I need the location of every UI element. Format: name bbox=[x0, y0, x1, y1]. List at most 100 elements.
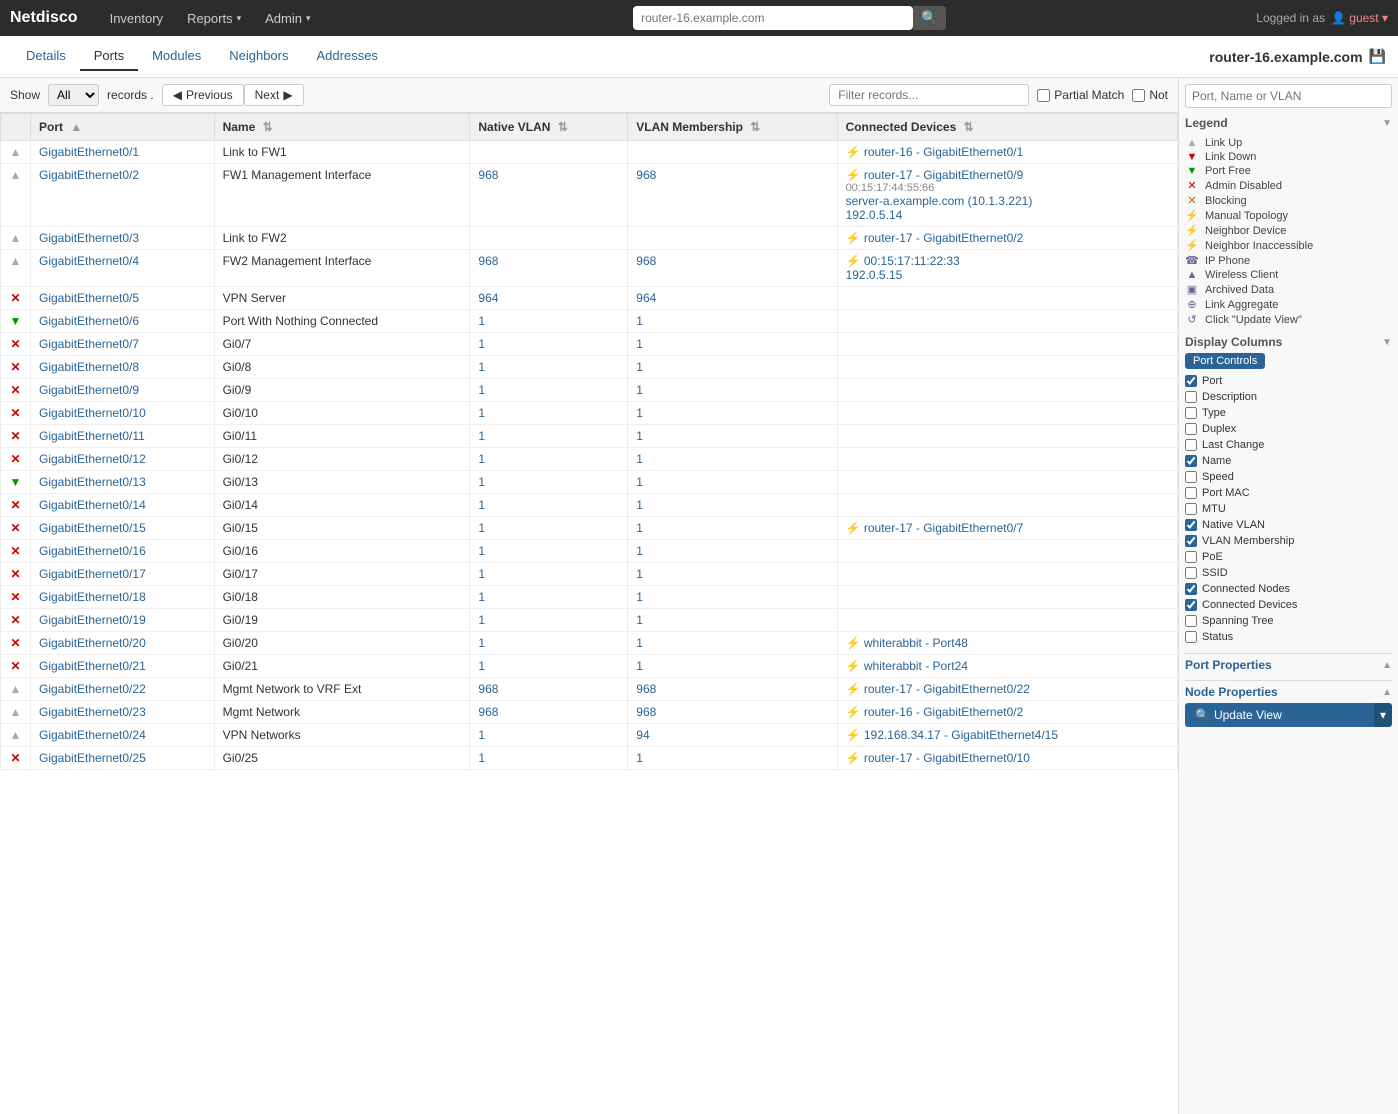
vlan-link[interactable]: 1 bbox=[478, 521, 485, 535]
tab-addresses[interactable]: Addresses bbox=[303, 42, 392, 71]
vlan-link[interactable]: 1 bbox=[636, 567, 643, 581]
column-checkbox-5[interactable] bbox=[1185, 455, 1197, 467]
next-button[interactable]: Next ▶ bbox=[244, 84, 304, 106]
connected-link[interactable]: whiterabbit - Port24 bbox=[864, 659, 968, 673]
vlan-link[interactable]: 1 bbox=[636, 544, 643, 558]
port-link[interactable]: GigabitEthernet0/13 bbox=[39, 475, 146, 489]
port-link[interactable]: GigabitEthernet0/5 bbox=[39, 291, 139, 305]
vlan-link[interactable]: 968 bbox=[636, 254, 656, 268]
port-link[interactable]: GigabitEthernet0/25 bbox=[39, 751, 146, 765]
vlan-link[interactable]: 968 bbox=[478, 682, 498, 696]
port-link[interactable]: GigabitEthernet0/11 bbox=[39, 429, 145, 443]
column-checkbox-14[interactable] bbox=[1185, 599, 1197, 611]
port-link[interactable]: GigabitEthernet0/14 bbox=[39, 498, 146, 512]
vlan-link[interactable]: 1 bbox=[478, 636, 485, 650]
vlan-link[interactable]: 1 bbox=[636, 636, 643, 650]
column-checkbox-8[interactable] bbox=[1185, 503, 1197, 515]
vlan-link[interactable]: 1 bbox=[478, 314, 485, 328]
vlan-link[interactable]: 1 bbox=[636, 383, 643, 397]
ip-link[interactable]: 192.0.5.15 bbox=[846, 268, 903, 282]
vlan-link[interactable]: 1 bbox=[636, 590, 643, 604]
port-link[interactable]: GigabitEthernet0/15 bbox=[39, 521, 146, 535]
update-view-button[interactable]: 🔍 Update View bbox=[1185, 703, 1374, 727]
port-controls-button[interactable]: Port Controls bbox=[1185, 353, 1265, 369]
port-properties-header[interactable]: Port Properties ▲ bbox=[1185, 653, 1392, 676]
vlan-link[interactable]: 968 bbox=[478, 168, 498, 182]
vlan-link[interactable]: 1 bbox=[478, 337, 485, 351]
vlan-link[interactable]: 1 bbox=[636, 498, 643, 512]
vlan-link[interactable]: 968 bbox=[636, 705, 656, 719]
column-checkbox-3[interactable] bbox=[1185, 423, 1197, 435]
vlan-link[interactable]: 968 bbox=[636, 682, 656, 696]
node-properties-header[interactable]: Node Properties ▲ bbox=[1185, 680, 1392, 703]
tab-modules[interactable]: Modules bbox=[138, 42, 215, 71]
port-link[interactable]: GigabitEthernet0/7 bbox=[39, 337, 139, 351]
port-link[interactable]: GigabitEthernet0/23 bbox=[39, 705, 146, 719]
vlan-link[interactable]: 1 bbox=[478, 498, 485, 512]
vlan-link[interactable]: 1 bbox=[478, 659, 485, 673]
th-port[interactable]: Port ▲ bbox=[31, 114, 215, 141]
column-checkbox-4[interactable] bbox=[1185, 439, 1197, 451]
vlan-link[interactable]: 1 bbox=[636, 429, 643, 443]
vlan-link[interactable]: 1 bbox=[478, 360, 485, 374]
connected-link[interactable]: router-17 - GigabitEthernet0/7 bbox=[864, 521, 1023, 535]
device-save-icon[interactable]: 💾 bbox=[1369, 48, 1386, 65]
vlan-link[interactable]: 968 bbox=[636, 168, 656, 182]
nav-reports[interactable]: Reports ▾ bbox=[175, 0, 253, 36]
vlan-link[interactable]: 1 bbox=[636, 659, 643, 673]
port-link[interactable]: GigabitEthernet0/10 bbox=[39, 406, 146, 420]
port-link[interactable]: GigabitEthernet0/17 bbox=[39, 567, 146, 581]
port-link[interactable]: GigabitEthernet0/18 bbox=[39, 590, 146, 604]
connected-link[interactable]: router-17 - GigabitEthernet0/9 bbox=[864, 168, 1023, 182]
vlan-link[interactable]: 968 bbox=[478, 705, 498, 719]
vlan-link[interactable]: 94 bbox=[636, 728, 649, 742]
vlan-link[interactable]: 1 bbox=[478, 406, 485, 420]
partial-match-checkbox[interactable] bbox=[1037, 89, 1050, 102]
vlan-link[interactable]: 1 bbox=[636, 337, 643, 351]
column-checkbox-6[interactable] bbox=[1185, 471, 1197, 483]
connected-link[interactable]: whiterabbit - Port48 bbox=[864, 636, 968, 650]
vlan-link[interactable]: 1 bbox=[636, 521, 643, 535]
th-native-vlan[interactable]: Native VLAN ⇅ bbox=[470, 114, 628, 141]
connected-link[interactable]: router-17 - GigabitEthernet0/2 bbox=[864, 231, 1023, 245]
vlan-link[interactable]: 1 bbox=[478, 475, 485, 489]
column-checkbox-15[interactable] bbox=[1185, 615, 1197, 627]
search-input[interactable] bbox=[633, 6, 913, 30]
vlan-link[interactable]: 1 bbox=[636, 613, 643, 627]
port-link[interactable]: GigabitEthernet0/20 bbox=[39, 636, 146, 650]
vlan-link[interactable]: 1 bbox=[478, 728, 485, 742]
vlan-link[interactable]: 1 bbox=[636, 475, 643, 489]
port-link[interactable]: GigabitEthernet0/16 bbox=[39, 544, 146, 558]
connected-link[interactable]: router-17 - GigabitEthernet0/22 bbox=[864, 682, 1030, 696]
th-vlan-membership[interactable]: VLAN Membership ⇅ bbox=[628, 114, 837, 141]
column-checkbox-10[interactable] bbox=[1185, 535, 1197, 547]
show-select[interactable]: All 10 25 50 100 bbox=[48, 84, 99, 106]
tab-ports[interactable]: Ports bbox=[80, 42, 138, 71]
vlan-link[interactable]: 1 bbox=[478, 383, 485, 397]
ip-link[interactable]: server-a.example.com (10.1.3.221) bbox=[846, 194, 1033, 208]
vlan-link[interactable]: 1 bbox=[478, 751, 485, 765]
update-view-dropdown-button[interactable]: ▾ bbox=[1374, 703, 1392, 727]
display-columns-collapse-icon[interactable]: ▼ bbox=[1382, 337, 1392, 348]
connected-link[interactable]: router-16 - GigabitEthernet0/1 bbox=[864, 145, 1023, 159]
legend-collapse-icon[interactable]: ▼ bbox=[1382, 118, 1392, 129]
vlan-link[interactable]: 968 bbox=[478, 254, 498, 268]
column-checkbox-7[interactable] bbox=[1185, 487, 1197, 499]
vlan-link[interactable]: 1 bbox=[478, 452, 485, 466]
connected-link[interactable]: router-16 - GigabitEthernet0/2 bbox=[864, 705, 1023, 719]
vlan-link[interactable]: 1 bbox=[478, 544, 485, 558]
nav-admin[interactable]: Admin ▾ bbox=[253, 0, 322, 36]
port-link[interactable]: GigabitEthernet0/21 bbox=[39, 659, 146, 673]
port-link[interactable]: GigabitEthernet0/1 bbox=[39, 145, 139, 159]
vlan-link[interactable]: 1 bbox=[636, 406, 643, 420]
tab-details[interactable]: Details bbox=[12, 42, 80, 71]
port-search-input[interactable] bbox=[1185, 84, 1392, 108]
th-name[interactable]: Name ⇅ bbox=[214, 114, 470, 141]
vlan-link[interactable]: 1 bbox=[636, 360, 643, 374]
vlan-link[interactable]: 1 bbox=[478, 429, 485, 443]
connected-link[interactable]: router-17 - GigabitEthernet0/10 bbox=[864, 751, 1030, 765]
column-checkbox-1[interactable] bbox=[1185, 391, 1197, 403]
column-checkbox-12[interactable] bbox=[1185, 567, 1197, 579]
port-link[interactable]: GigabitEthernet0/2 bbox=[39, 168, 139, 182]
column-checkbox-16[interactable] bbox=[1185, 631, 1197, 643]
